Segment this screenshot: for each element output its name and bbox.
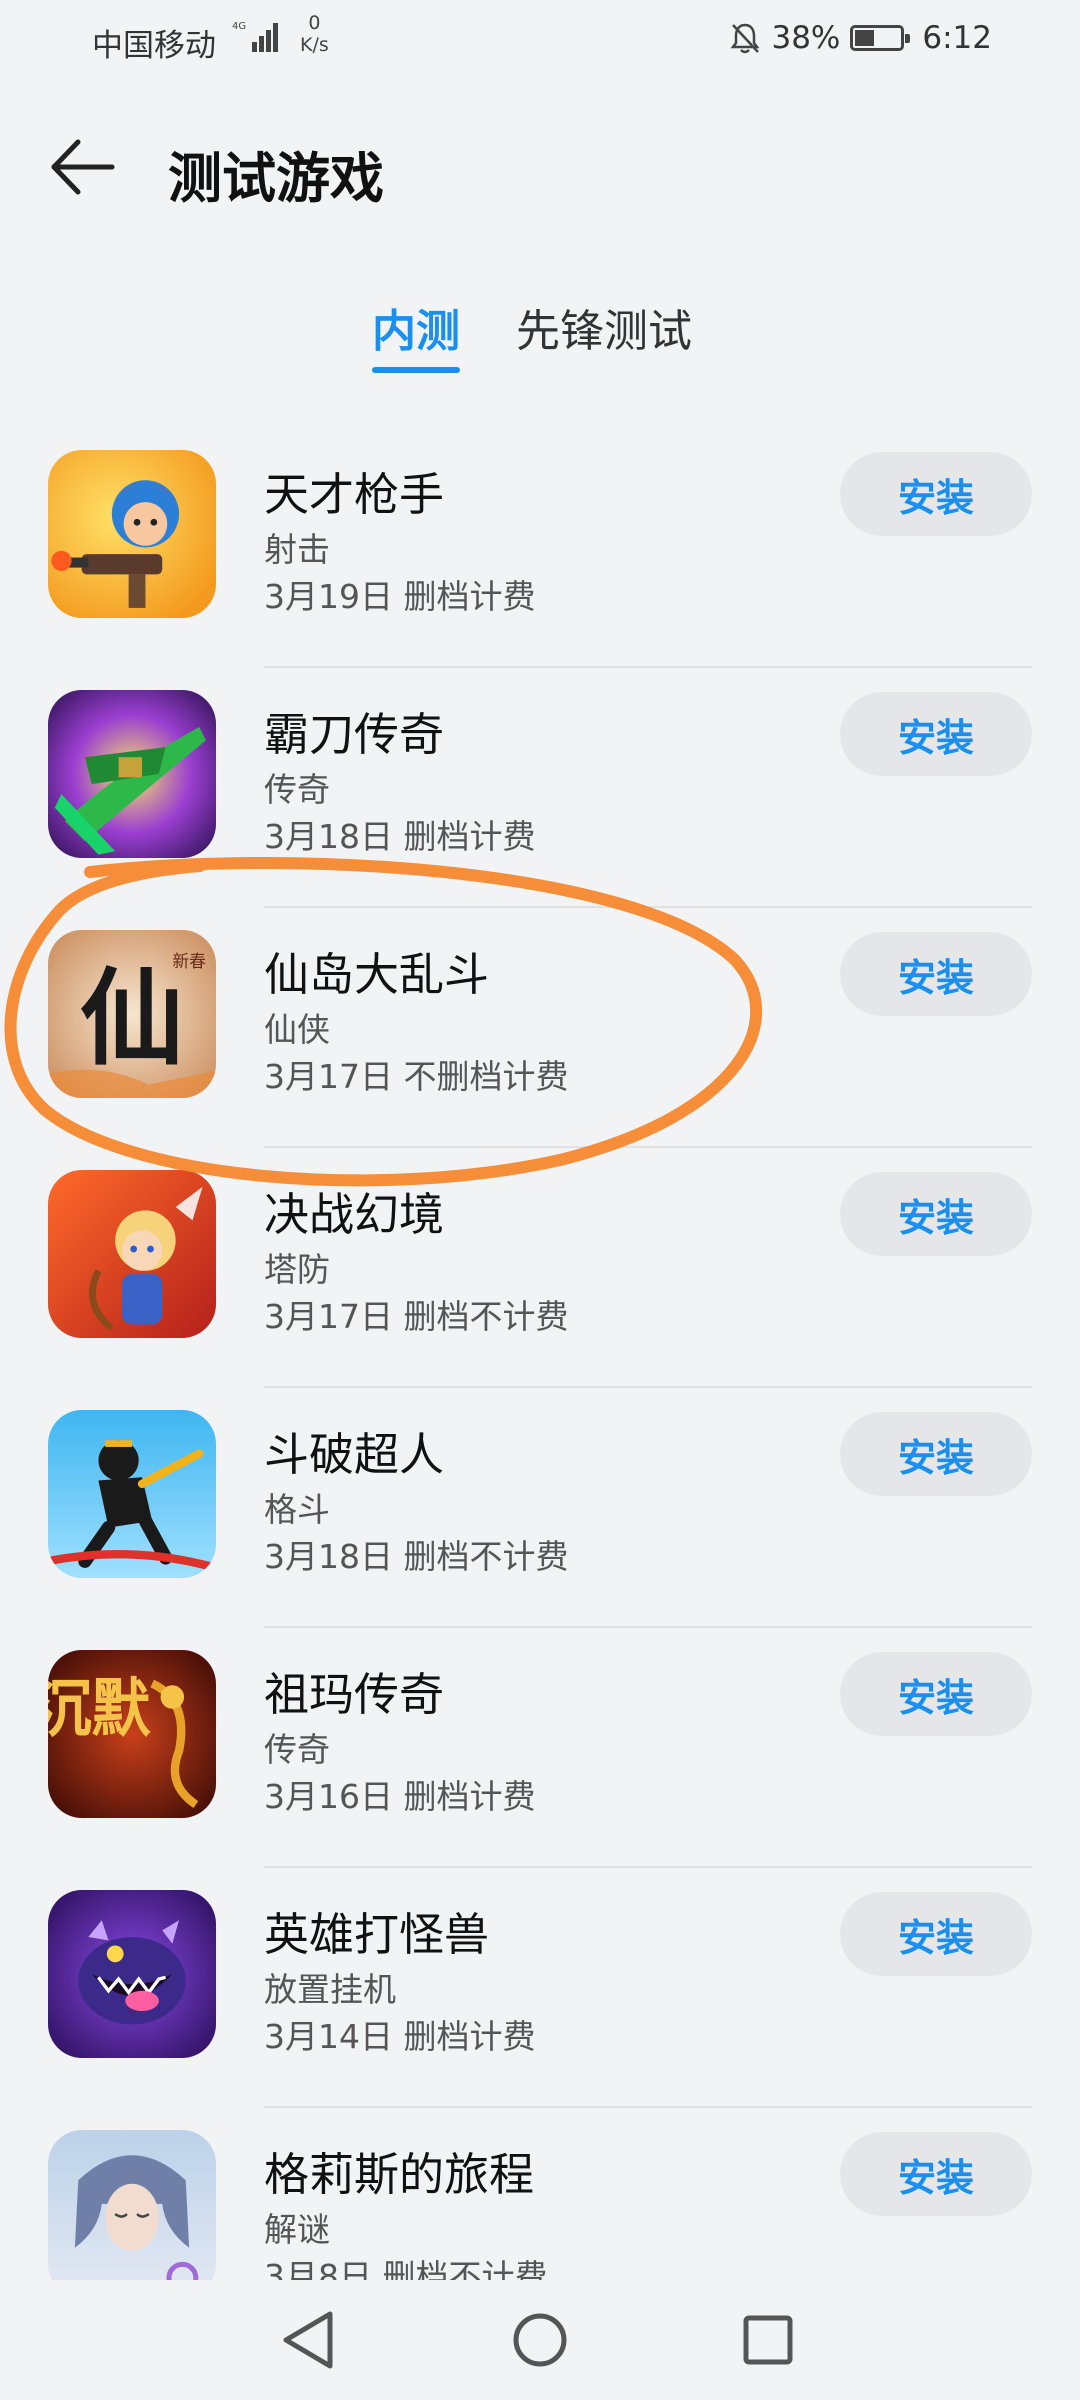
game-icon-immortal: 仙 新春 <box>48 930 216 1098</box>
install-button[interactable]: 安装 <box>840 1412 1032 1496</box>
game-category: 解谜 <box>264 2210 330 2249</box>
install-button[interactable]: 安装 <box>840 1652 1032 1736</box>
game-list: 天才枪手 射击 3月19日 删档计费 安装 霸刀传奇 传奇 3月18日 删档计费… <box>0 428 1080 2348</box>
game-name: 决战幻境 <box>264 1188 445 1241</box>
signal-icon: 4G <box>232 21 278 52</box>
speed-value: 0 <box>308 12 321 34</box>
svg-text:新春: 新春 <box>172 951 206 971</box>
game-name: 斗破超人 <box>264 1428 445 1481</box>
game-category: 仙侠 <box>264 1010 330 1049</box>
list-item[interactable]: 沉默 祖玛传奇 传奇 3月16日 删档计费 安装 <box>0 1628 1080 1868</box>
game-test-info: 3月17日 不删档计费 <box>264 1057 569 1096</box>
game-category: 射击 <box>264 530 330 569</box>
game-test-info: 3月19日 删档计费 <box>264 577 536 616</box>
install-button[interactable]: 安装 <box>840 692 1032 776</box>
svg-text:仙: 仙 <box>80 956 184 1079</box>
list-item[interactable]: 斗破超人 格斗 3月18日 删档不计费 安装 <box>0 1388 1080 1628</box>
tab-label: 先锋测试 <box>516 306 692 357</box>
game-test-info: 3月14日 删档计费 <box>264 2017 536 2056</box>
game-category: 传奇 <box>264 1730 330 1769</box>
game-category: 格斗 <box>264 1490 330 1529</box>
page-title: 测试游戏 <box>168 147 384 210</box>
game-name: 天才枪手 <box>264 468 445 521</box>
install-button[interactable]: 安装 <box>840 1892 1032 1976</box>
game-name: 英雄打怪兽 <box>264 1908 490 1961</box>
game-test-info: 3月18日 删档计费 <box>264 817 536 856</box>
game-icon-archer <box>48 1170 216 1338</box>
game-test-info: 3月16日 删档计费 <box>264 1777 536 1816</box>
game-icon-fighter <box>48 1410 216 1578</box>
status-bar: 中国移动 4G 0 K/s 38% 6:12 <box>0 0 1080 80</box>
list-item[interactable]: 决战幻境 塔防 3月17日 删档不计费 安装 <box>0 1148 1080 1388</box>
game-name: 仙岛大乱斗 <box>264 948 490 1001</box>
battery-percent: 38% <box>771 20 841 56</box>
game-icon-zuma: 沉默 <box>48 1650 216 1818</box>
clock: 6:12 <box>922 20 992 56</box>
game-icon-gunner <box>48 450 216 618</box>
list-item[interactable]: 霸刀传奇 传奇 3月18日 删档计费 安装 <box>0 668 1080 908</box>
network-speed: 0 K/s <box>300 12 329 56</box>
tab-label: 内测 <box>372 306 460 357</box>
game-icon-blade <box>48 690 216 858</box>
game-test-info: 3月18日 删档不计费 <box>264 1537 569 1576</box>
app-header: 测试游戏 <box>0 110 1080 220</box>
arrow-left-icon[interactable] <box>48 132 118 202</box>
game-category: 传奇 <box>264 770 330 809</box>
install-button[interactable]: 安装 <box>840 2132 1032 2216</box>
back-triangle-icon[interactable] <box>272 2302 348 2378</box>
carrier-label: 中国移动 <box>92 28 216 64</box>
game-name: 祖玛传奇 <box>264 1668 445 1721</box>
list-item[interactable]: 天才枪手 射击 3月19日 删档计费 安装 <box>0 428 1080 668</box>
status-right: 38% 6:12 <box>729 20 992 56</box>
system-nav-bar <box>0 2280 1080 2400</box>
network-type-label: 4G <box>232 21 246 32</box>
tab-internal-test[interactable]: 内测 <box>372 295 460 373</box>
mute-bell-icon <box>730 23 760 54</box>
battery-icon <box>850 25 911 51</box>
svg-text:沉默: 沉默 <box>48 1672 152 1747</box>
game-category: 塔防 <box>264 1250 330 1289</box>
home-circle-icon[interactable] <box>502 2302 578 2378</box>
game-name: 霸刀传奇 <box>264 708 445 761</box>
game-category: 放置挂机 <box>264 1970 396 2009</box>
game-name: 格莉斯的旅程 <box>264 2148 535 2201</box>
speed-unit: K/s <box>300 34 329 56</box>
list-item[interactable]: 英雄打怪兽 放置挂机 3月14日 删档计费 安装 <box>0 1868 1080 2108</box>
install-button[interactable]: 安装 <box>840 452 1032 536</box>
game-test-info: 3月17日 删档不计费 <box>264 1297 569 1336</box>
install-button[interactable]: 安装 <box>840 1172 1032 1256</box>
tab-indicator <box>372 367 460 373</box>
install-button[interactable]: 安装 <box>840 932 1032 1016</box>
tab-bar: 内测 先锋测试 <box>0 295 1080 385</box>
game-icon-gris <box>48 2130 216 2298</box>
tab-pioneer-test[interactable]: 先锋测试 <box>516 295 692 359</box>
list-item[interactable]: 仙 新春 仙岛大乱斗 仙侠 3月17日 不删档计费 安装 <box>0 908 1080 1148</box>
recent-square-icon[interactable] <box>730 2302 806 2378</box>
game-icon-monster <box>48 1890 216 2058</box>
